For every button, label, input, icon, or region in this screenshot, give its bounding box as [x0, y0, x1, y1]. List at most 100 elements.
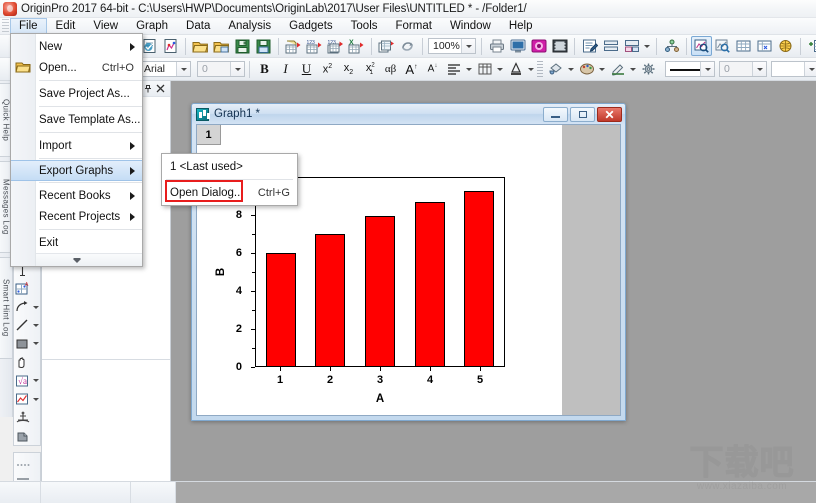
font-size-combo[interactable]: 0 — [197, 61, 245, 77]
x-axis-title[interactable]: A — [376, 393, 384, 405]
gear-button[interactable] — [638, 59, 659, 79]
menu-gadgets[interactable]: Gadgets — [280, 18, 341, 34]
font-size-dropdown-arrow[interactable] — [230, 62, 244, 76]
menu-window[interactable]: Window — [441, 18, 500, 34]
new-layout-icon[interactable] — [775, 36, 796, 56]
import-single-ascii-icon[interactable]: 123 — [304, 36, 325, 56]
new-notes-icon[interactable] — [579, 36, 600, 56]
line-width-dropdown-arrow[interactable] — [752, 62, 766, 76]
graph-maximize-button[interactable] — [570, 106, 595, 122]
line-width-combo[interactable]: 0 — [719, 61, 767, 77]
menu-help[interactable]: Help — [500, 18, 542, 34]
tool-line[interactable] — [13, 316, 41, 334]
subscript-button[interactable]: x2 — [338, 59, 359, 79]
menu-item-recent-books[interactable]: Recent Books — [11, 185, 142, 206]
menu-item-import[interactable]: Import — [11, 135, 142, 156]
print-icon[interactable] — [486, 36, 507, 56]
underline-button[interactable]: U — [296, 59, 317, 79]
menu-edit[interactable]: Edit — [47, 18, 85, 34]
font-color-dropdown-arrow[interactable] — [526, 59, 536, 79]
merge-graphs-icon[interactable] — [621, 36, 642, 56]
tool-math-equation[interactable]: √a — [13, 371, 41, 389]
tool-arrow[interactable] — [13, 298, 41, 316]
fill-color-button[interactable] — [545, 59, 566, 79]
tool-data-cursor[interactable] — [13, 427, 41, 445]
table-dropdown-arrow[interactable] — [495, 59, 505, 79]
line-style-combo[interactable] — [665, 61, 715, 77]
math-dropdown-arrow[interactable] — [32, 372, 40, 390]
menu-item-new[interactable]: New — [11, 36, 142, 57]
graph-close-button[interactable] — [597, 106, 622, 122]
graph-layer-tab[interactable]: 1 — [197, 125, 221, 145]
decrease-font-button[interactable]: A↓ — [422, 59, 443, 79]
tool-rectangle[interactable] — [13, 335, 41, 353]
arrow-tool-dropdown-arrow[interactable] — [32, 298, 40, 316]
increase-font-button[interactable]: A↑ — [401, 59, 422, 79]
submenu-item-open-dialog[interactable]: Open Dialog... Ctrl+G — [162, 182, 297, 203]
submenu-item-last-used[interactable]: 1 <Last used> — [162, 156, 297, 177]
new-matrix-icon[interactable] — [754, 36, 775, 56]
new-worksheet-icon[interactable] — [733, 36, 754, 56]
tool-hand[interactable] — [13, 353, 41, 371]
new-graph-icon[interactable] — [160, 36, 181, 56]
save-project-icon[interactable] — [232, 36, 253, 56]
line-style-dropdown-arrow[interactable] — [700, 62, 714, 76]
menu-graph[interactable]: Graph — [127, 18, 177, 34]
menu-view[interactable]: View — [84, 18, 127, 34]
menu-item-recent-projects[interactable]: Recent Projects — [11, 206, 142, 227]
italic-button[interactable]: I — [275, 59, 296, 79]
close-icon[interactable] — [154, 82, 167, 95]
region-dropdown-arrow[interactable] — [32, 390, 40, 408]
fill-pattern-combo[interactable] — [771, 61, 816, 77]
y-axis-title[interactable]: B — [215, 268, 227, 276]
import-excel-icon[interactable]: X — [346, 36, 367, 56]
import-multiple-ascii-icon[interactable]: 123 — [325, 36, 346, 56]
menu-item-save-template-as[interactable]: Save Template As... — [11, 109, 142, 130]
fill-pattern-dropdown-arrow[interactable] — [804, 62, 816, 76]
dock-tab-smart-hint-log[interactable]: Smart Hint Log — [0, 257, 13, 359]
save-template-icon[interactable] — [253, 36, 274, 56]
zoom-dropdown-arrow[interactable] — [461, 39, 475, 53]
menu-analysis[interactable]: Analysis — [219, 18, 280, 34]
export-graphs-icon[interactable] — [528, 36, 549, 56]
greek-button[interactable]: αβ — [380, 59, 401, 79]
insert-table-button[interactable] — [474, 59, 495, 79]
menu-item-exit[interactable]: Exit — [11, 232, 142, 253]
menu-tools[interactable]: Tools — [342, 18, 387, 34]
align-dropdown-arrow[interactable] — [464, 59, 474, 79]
superscript-button[interactable]: x2 — [317, 59, 338, 79]
rectangle-tool-dropdown-arrow[interactable] — [32, 335, 40, 353]
layer-management-icon[interactable] — [661, 36, 682, 56]
menu-format[interactable]: Format — [387, 18, 441, 34]
palette-dropdown-arrow[interactable] — [597, 59, 607, 79]
explorer-splitter[interactable] — [42, 359, 170, 360]
fill-color-dropdown-arrow[interactable] — [566, 59, 576, 79]
graph-minimize-button[interactable] — [543, 106, 568, 122]
duplicate-sheet-icon[interactable] — [376, 36, 397, 56]
palette-button[interactable] — [576, 59, 597, 79]
zoom-out-graph-icon[interactable] — [712, 36, 733, 56]
bold-button[interactable]: B — [254, 59, 275, 79]
menu-item-export-graphs[interactable]: Export Graphs — [11, 160, 142, 181]
refresh-icon[interactable] — [397, 36, 418, 56]
menu-item-open[interactable]: Open... Ctrl+O — [11, 57, 142, 78]
menu-data[interactable]: Data — [177, 18, 219, 34]
menu-item-save-project-as[interactable]: Save Project As... — [11, 83, 142, 104]
pen-button[interactable] — [607, 59, 628, 79]
import-wizard-icon[interactable] — [283, 36, 304, 56]
open-template-icon[interactable] — [211, 36, 232, 56]
merge-dropdown-arrow[interactable] — [642, 36, 652, 56]
add-column-icon[interactable] — [805, 36, 816, 56]
line-tool-dropdown-arrow[interactable] — [32, 316, 40, 334]
tool-region-select[interactable] — [13, 390, 41, 408]
export-video-icon[interactable] — [549, 36, 570, 56]
super-subscript-button[interactable]: x21 — [359, 59, 380, 79]
arrange-layers-icon[interactable] — [600, 36, 621, 56]
font-color-button[interactable] — [505, 59, 526, 79]
font-family-combo[interactable]: Arial — [139, 61, 191, 77]
print-preview-icon[interactable] — [507, 36, 528, 56]
align-text-button[interactable] — [443, 59, 464, 79]
zoom-in-graph-icon[interactable] — [691, 36, 712, 56]
font-family-dropdown-arrow[interactable] — [176, 62, 190, 76]
open-project-icon[interactable] — [190, 36, 211, 56]
